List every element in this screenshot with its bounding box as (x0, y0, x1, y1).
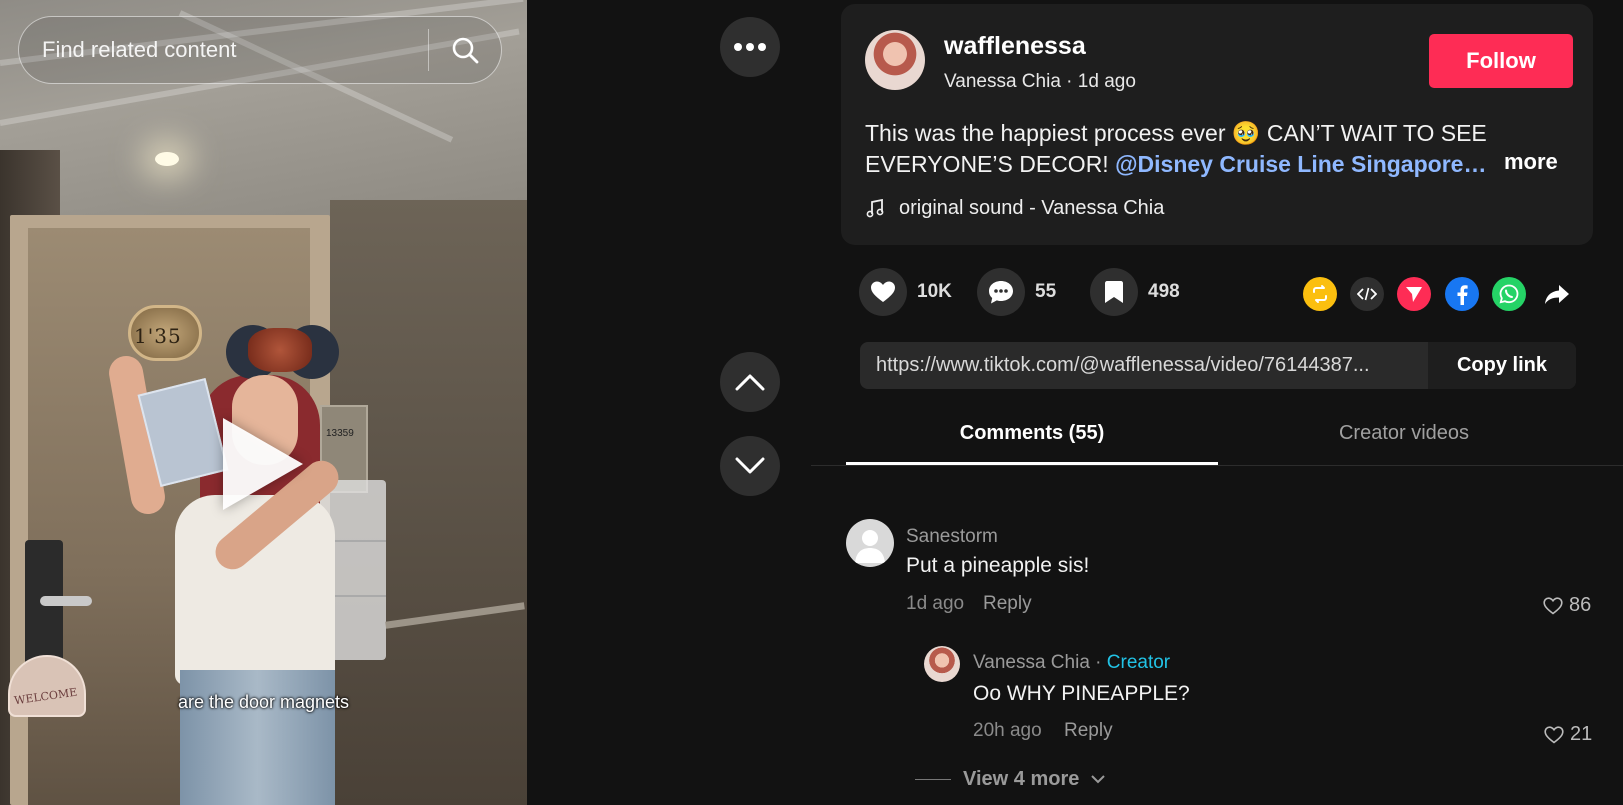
reply-like-button[interactable]: 21 (1544, 723, 1592, 746)
tab-comments[interactable]: Comments (55) (846, 422, 1218, 445)
comment-like-count: 86 (1569, 594, 1592, 616)
chevron-down-icon (1091, 775, 1106, 784)
video-door-number: 1'35 (134, 324, 182, 348)
comment-action[interactable]: 55 (977, 268, 1056, 316)
view-more-replies-button[interactable]: View 4 more (915, 768, 1106, 791)
repost-icon (1313, 285, 1327, 303)
default-avatar-icon (855, 530, 885, 563)
heart-outline-icon (1544, 725, 1564, 744)
reply-author-line: Vanessa Chia · Creator (973, 652, 1170, 674)
repost-button[interactable] (1303, 277, 1337, 311)
reply-like-count: 21 (1570, 723, 1593, 745)
facebook-icon (1457, 285, 1468, 305)
post-info-card: wafflenessa Vanessa Chia · 1d ago Follow… (841, 4, 1593, 245)
video-link-box: https://www.tiktok.com/@wafflenessa/vide… (860, 342, 1576, 389)
mention-link[interactable]: @Disney Cruise Line Singapore… (1115, 151, 1486, 177)
send-icon (1406, 287, 1422, 302)
video-door-handle (40, 596, 92, 606)
more-button[interactable]: more (1504, 149, 1558, 175)
subline-separator: · (1066, 71, 1078, 92)
more-share-button[interactable] (1540, 277, 1574, 311)
search-button[interactable] (429, 17, 501, 83)
more-dots-icon (734, 43, 766, 51)
music-note-icon (866, 198, 884, 217)
heart-outline-icon (1543, 596, 1563, 615)
creator-badge: Creator (1106, 652, 1171, 673)
copy-link-button[interactable]: Copy link (1428, 342, 1576, 389)
embed-icon (1357, 287, 1377, 301)
reply-author[interactable]: Vanessa Chia (973, 652, 1090, 673)
video-placard-number: 13359 (326, 428, 354, 439)
author-subline: Vanessa Chia · 1d ago (944, 71, 1136, 93)
sound-name: original sound - Vanessa Chia (899, 197, 1165, 219)
author-avatar[interactable] (865, 30, 925, 90)
reply-time: 20h ago (973, 720, 1042, 741)
search-icon (452, 37, 479, 64)
follow-button[interactable]: Follow (1429, 34, 1573, 88)
comment-bubble-icon (989, 281, 1013, 304)
facebook-share-button[interactable] (1445, 277, 1479, 311)
like-button[interactable] (859, 268, 907, 316)
tab-creator-videos[interactable]: Creator videos (1218, 422, 1590, 445)
like-action[interactable]: 10K (859, 268, 952, 316)
share-arrow-icon (1545, 285, 1569, 304)
reply-avatar[interactable] (924, 646, 960, 682)
reply-separator: · (1089, 652, 1107, 673)
chevron-up-icon (735, 374, 765, 391)
save-button[interactable] (1090, 268, 1138, 316)
author-display-name: Vanessa Chia (944, 71, 1061, 92)
reply-reply-button[interactable]: Reply (1064, 720, 1113, 742)
post-time: 1d ago (1077, 71, 1136, 92)
page-root: 1'35 13359 WELCOME are (0, 0, 1623, 805)
sound-link[interactable]: original sound - Vanessa Chia (865, 197, 1164, 220)
previous-video-button[interactable] (720, 352, 780, 412)
save-count: 498 (1148, 281, 1180, 302)
like-count: 10K (917, 281, 952, 302)
embed-button[interactable] (1350, 277, 1384, 311)
comment-time: 1d ago (906, 593, 965, 614)
author-username[interactable]: wafflenessa (944, 32, 1086, 61)
tabs-divider (811, 465, 1623, 466)
save-action[interactable]: 498 (1090, 268, 1180, 316)
comment-button[interactable] (977, 268, 1025, 316)
view-more-line (915, 779, 951, 780)
next-video-button[interactable] (720, 436, 780, 496)
video-ceiling-light (155, 152, 179, 166)
video-caption: are the door magnets (177, 692, 350, 712)
comment-like-button[interactable]: 86 (1543, 594, 1591, 617)
whatsapp-share-button[interactable] (1492, 277, 1526, 311)
bookmark-icon (1105, 281, 1123, 303)
heart-icon (871, 281, 895, 302)
view-more-label: View 4 more (963, 768, 1080, 790)
comment-avatar[interactable] (846, 519, 894, 567)
reply-text: Oo WHY PINEAPPLE? (973, 682, 1190, 705)
comment-author[interactable]: Sanestorm (906, 526, 998, 548)
send-to-friends-button[interactable] (1397, 277, 1431, 311)
video-sequin-bow (248, 328, 312, 372)
video-player[interactable]: 1'35 13359 WELCOME are (0, 0, 527, 805)
comment-reply-button[interactable]: Reply (983, 593, 1032, 615)
search-input[interactable] (19, 17, 428, 83)
comment-text: Put a pineapple sis! (906, 554, 1090, 577)
whatsapp-icon (1499, 284, 1519, 304)
video-link-text[interactable]: https://www.tiktok.com/@wafflenessa/vide… (860, 354, 1428, 377)
more-options-button[interactable] (720, 17, 780, 77)
chevron-down-icon (735, 457, 765, 474)
post-description: This was the happiest process ever 🥹 CAN… (865, 118, 1575, 180)
video-person-jeans (180, 670, 335, 805)
comment-count: 55 (1035, 281, 1057, 302)
active-tab-indicator (846, 462, 1218, 465)
search-bar (18, 16, 502, 84)
play-icon[interactable] (223, 418, 303, 510)
